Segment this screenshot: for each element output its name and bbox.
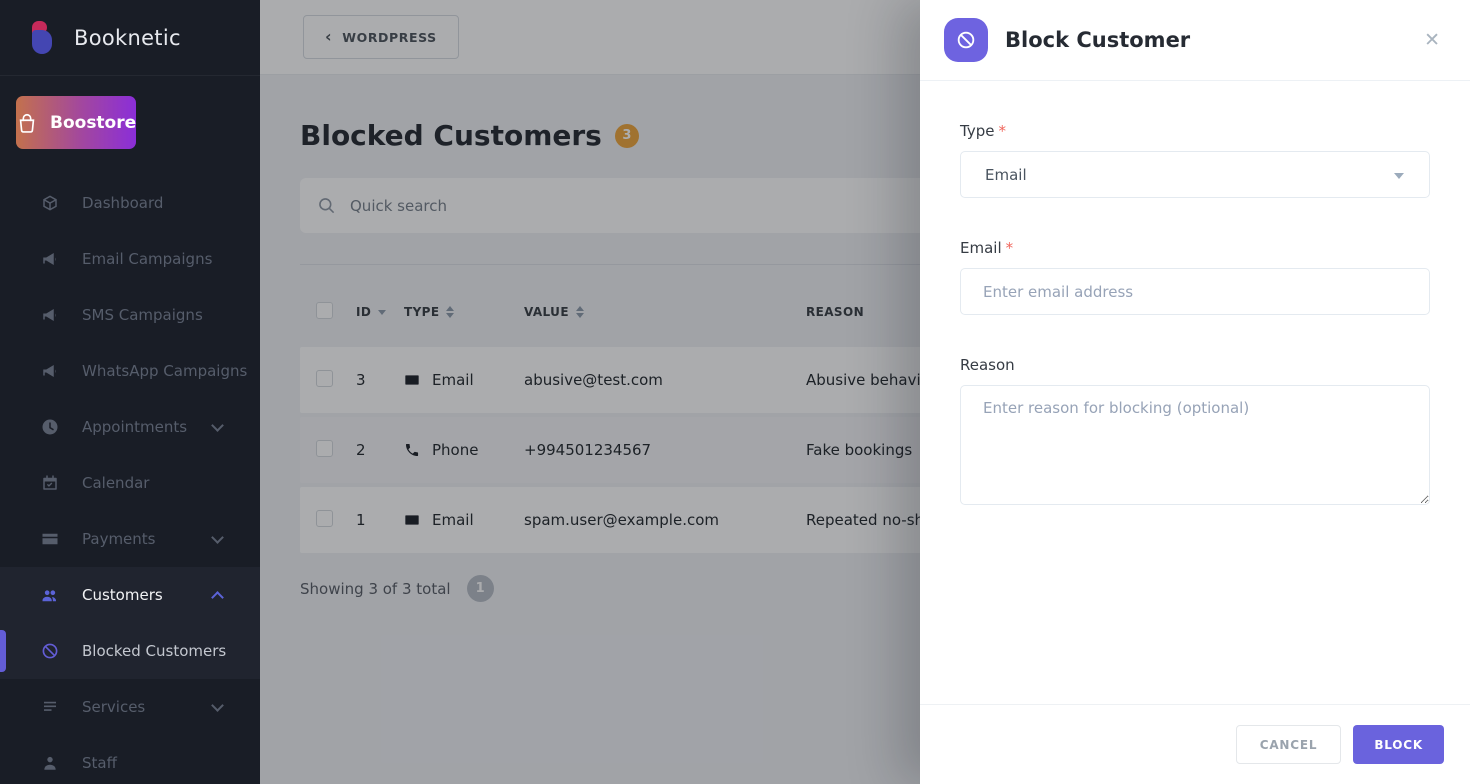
calendar-icon (40, 473, 60, 493)
megaphone-icon (40, 361, 60, 381)
sidebar-item-customers[interactable]: Customers (0, 567, 260, 623)
sidebar-item-calendar[interactable]: Calendar (0, 455, 260, 511)
block-icon (40, 641, 60, 661)
sidebar-item-services[interactable]: Services (0, 679, 260, 735)
modal-header: Block Customer ✕ (920, 0, 1470, 81)
megaphone-icon (40, 249, 60, 269)
block-customer-modal: Block Customer ✕ Type* Email Email* R (920, 0, 1470, 784)
required-asterisk: * (998, 122, 1006, 140)
chevron-down-icon (1394, 173, 1404, 179)
sidebar-item-blocked-customers[interactable]: Blocked Customers (0, 623, 260, 679)
close-icon[interactable]: ✕ (1420, 27, 1444, 54)
sidebar: Booknetic Boostore Dashboard Email Campa… (0, 0, 260, 784)
sidebar-item-dashboard[interactable]: Dashboard (0, 175, 260, 231)
credit-card-icon (40, 529, 60, 549)
chevron-down-icon (211, 531, 224, 544)
person-icon (40, 753, 60, 773)
type-select[interactable]: Email (960, 151, 1430, 198)
block-icon (944, 18, 988, 62)
required-asterisk: * (1006, 239, 1014, 257)
block-button[interactable]: BLOCK (1353, 725, 1444, 764)
email-field[interactable] (960, 268, 1430, 315)
brand-logo: Booknetic (0, 0, 260, 76)
megaphone-icon (40, 305, 60, 325)
shopping-bag-icon (16, 112, 38, 134)
cancel-button[interactable]: CANCEL (1236, 725, 1342, 764)
sidebar-item-email-campaigns[interactable]: Email Campaigns (0, 231, 260, 287)
sidebar-item-payments[interactable]: Payments (0, 511, 260, 567)
clock-icon (40, 417, 60, 437)
brand-name: Booknetic (74, 26, 181, 50)
boostore-label: Boostore (50, 113, 136, 133)
sidebar-item-sms-campaigns[interactable]: SMS Campaigns (0, 287, 260, 343)
modal-footer: CANCEL BLOCK (920, 704, 1470, 784)
modal-body: Type* Email Email* Reason (920, 81, 1470, 509)
list-icon (40, 697, 60, 717)
chevron-up-icon (211, 591, 224, 604)
cube-icon (40, 193, 60, 213)
sidebar-nav: Dashboard Email Campaigns SMS Campaigns … (0, 163, 260, 784)
app-root: Booknetic Boostore Dashboard Email Campa… (0, 0, 1470, 784)
booknetic-logo-icon (24, 19, 60, 57)
reason-label: Reason (960, 356, 1015, 374)
chevron-down-icon (211, 699, 224, 712)
reason-field[interactable] (960, 385, 1430, 505)
sidebar-item-appointments[interactable]: Appointments (0, 399, 260, 455)
sidebar-item-staff[interactable]: Staff (0, 735, 260, 784)
chevron-down-icon (211, 419, 224, 432)
boostore-button[interactable]: Boostore (16, 96, 136, 149)
users-icon (40, 585, 60, 605)
type-select-value: Email (985, 166, 1027, 184)
sidebar-item-whatsapp-campaigns[interactable]: WhatsApp Campaigns (0, 343, 260, 399)
modal-title: Block Customer (1005, 28, 1420, 52)
active-indicator (0, 630, 6, 672)
type-label: Type (960, 122, 994, 140)
email-label: Email (960, 239, 1002, 257)
